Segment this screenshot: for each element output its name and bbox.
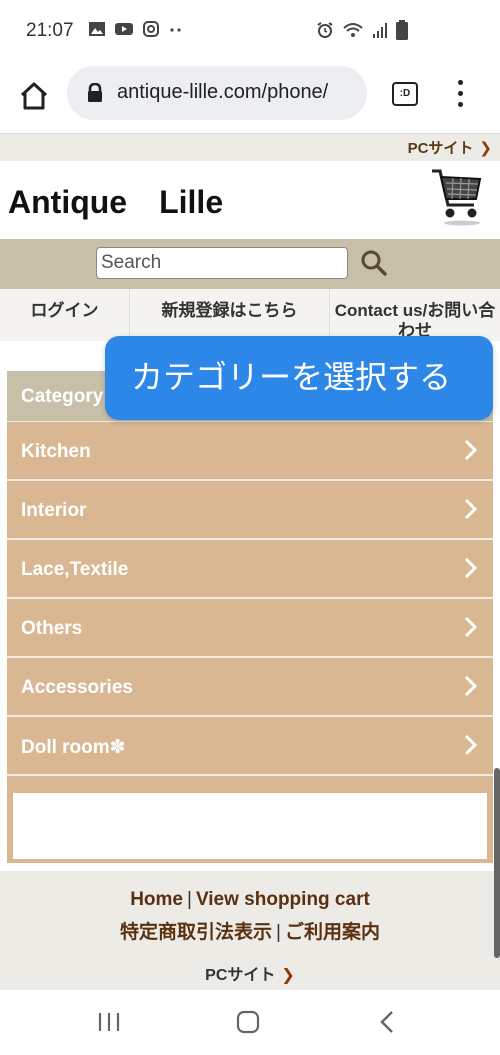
search-bar (0, 239, 500, 289)
footer-pc-site-link[interactable]: PCサイト ❯ (0, 961, 500, 985)
back-icon[interactable] (378, 1010, 398, 1034)
chevron-right-icon (464, 557, 477, 579)
pc-site-link-label: PCサイト (407, 140, 474, 157)
shopping-cart-icon[interactable] (428, 165, 484, 227)
status-icons-right (316, 20, 408, 40)
site-header: Antique Lille (0, 161, 500, 239)
category-item-label: Doll room✽ (21, 737, 126, 758)
chevron-right-icon: ❯ (479, 140, 492, 157)
footer-pc-site-label: PCサイト (205, 967, 276, 984)
category-item-label: Others (21, 618, 83, 639)
home-nav-icon[interactable] (236, 1010, 260, 1034)
footer-separator: | (187, 889, 192, 910)
alarm-icon (317, 22, 333, 38)
category-item-others[interactable]: Others (7, 599, 493, 658)
battery-icon (396, 20, 408, 40)
more-dots-icon (170, 28, 181, 32)
category-item-accessories[interactable]: Accessories (7, 658, 493, 717)
pc-site-bar: PCサイト ❯ (0, 133, 500, 161)
scrollbar[interactable] (494, 768, 500, 958)
category-item-interior[interactable]: Interior (7, 481, 493, 540)
chevron-right-icon (464, 439, 477, 461)
category-footer-box (13, 793, 487, 859)
tab-switcher-button[interactable]: :D (392, 82, 418, 106)
chevron-right-icon (464, 734, 477, 756)
footer-home-link[interactable]: Home (130, 889, 183, 910)
recent-apps-icon[interactable] (97, 1010, 121, 1034)
category-item-label: Lace,Textile (21, 559, 129, 580)
chevron-right-icon: ❯ (281, 967, 295, 984)
site-footer: Home | View shopping cart 特定商取引法表示 | ご利用案内 P… (0, 871, 500, 990)
footer-cart-link[interactable]: View shopping cart (196, 889, 370, 910)
signal-icon (373, 23, 387, 38)
category-item-lace-textile[interactable]: Lace,Textile (7, 540, 493, 599)
nav-login[interactable]: ログイン (0, 289, 130, 341)
url-bar[interactable]: antique-lille.com/phone/ (67, 66, 367, 120)
category-item-label: Accessories (21, 677, 133, 698)
instagram-icon (143, 21, 159, 37)
gallery-icon (89, 22, 105, 36)
status-bar: 21:07 (0, 0, 500, 66)
status-time: 21:07 (26, 20, 74, 41)
site-title[interactable]: Antique Lille (8, 177, 223, 223)
footer-guide-link[interactable]: ご利用案内 (285, 922, 380, 943)
chevron-right-icon (464, 675, 477, 697)
footer-links-row1: Home | View shopping cart (0, 889, 500, 911)
status-icons-left (88, 20, 184, 38)
category-tooltip: カテゴリーを選択する (105, 336, 493, 420)
browser-menu-button[interactable] (452, 80, 468, 110)
nav-register[interactable]: 新規登録はこちら (130, 289, 330, 341)
browser-toolbar: antique-lille.com/phone/ :D (0, 66, 500, 132)
footer-links-row2: 特定商取引法表示 | ご利用案内 (0, 917, 500, 944)
wifi-icon (343, 23, 363, 37)
lock-icon (88, 83, 102, 102)
search-input[interactable] (96, 247, 348, 279)
search-icon[interactable] (360, 249, 388, 277)
footer-separator: | (276, 922, 281, 943)
footer-legal-link[interactable]: 特定商取引法表示 (120, 922, 272, 943)
nav-contact[interactable]: Contact us/お問い合わせ (330, 289, 500, 341)
home-icon[interactable] (18, 80, 50, 112)
category-panel: Category Kitchen Interior Lace,Textile O… (7, 371, 493, 863)
category-item-doll-room[interactable]: Doll room✽ (7, 717, 493, 776)
url-text[interactable]: antique-lille.com/phone/ (117, 81, 357, 104)
chevron-right-icon (464, 616, 477, 638)
category-item-label: Kitchen (21, 441, 91, 462)
category-item-label: Interior (21, 500, 87, 521)
chevron-right-icon (464, 498, 477, 520)
pc-site-link[interactable]: PCサイト ❯ (408, 137, 492, 158)
top-nav: ログイン 新規登録はこちら Contact us/お問い合わせ (0, 289, 500, 341)
system-nav-bar (0, 990, 500, 1055)
category-item-kitchen[interactable]: Kitchen (7, 422, 493, 481)
youtube-icon (115, 23, 133, 35)
